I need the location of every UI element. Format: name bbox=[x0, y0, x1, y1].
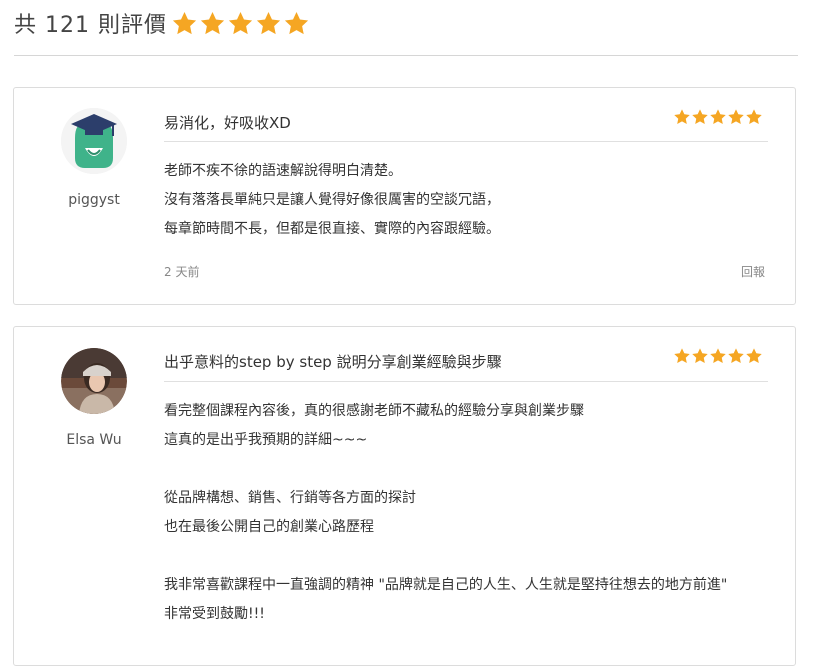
review-author: piggyst bbox=[54, 108, 134, 208]
review-body-line: 我非常喜歡課程中一直強調的精神 "品牌就是自己的人生、人生就是堅持往想去的地方前… bbox=[164, 577, 728, 593]
graduation-cap-mascot-icon bbox=[61, 108, 127, 174]
title-divider bbox=[164, 141, 768, 142]
header-divider bbox=[14, 55, 798, 56]
review-body-line: 沒有落落長單純只是讓人覺得好像很厲害的空談冗語， bbox=[164, 192, 500, 208]
review-body-line bbox=[164, 455, 774, 484]
star-icon bbox=[674, 109, 690, 125]
summary-rating bbox=[171, 10, 310, 37]
review-body-line: 老師不疾不徐的語速解說得明白清楚。 bbox=[164, 163, 402, 179]
user-photo bbox=[61, 348, 127, 414]
star-icon bbox=[284, 11, 309, 34]
review-rating bbox=[673, 347, 763, 365]
star-icon bbox=[746, 348, 762, 364]
star-icon bbox=[728, 109, 744, 125]
review-body: 老師不疾不徐的語速解說得明白清楚。 沒有落落長單純只是讓人覺得好像很厲害的空談冗… bbox=[164, 157, 774, 244]
review-author: Elsa Wu bbox=[54, 348, 134, 448]
reviews-summary: 共 121 則評價 bbox=[14, 6, 310, 40]
author-name[interactable]: Elsa Wu bbox=[54, 432, 134, 448]
title-divider bbox=[164, 381, 768, 382]
star-icon bbox=[228, 11, 253, 34]
review-title: 易消化，好吸收XD bbox=[164, 114, 291, 132]
star-icon bbox=[692, 109, 708, 125]
star-icon bbox=[746, 109, 762, 125]
review-body-line: 每章節時間不長，但都是很直接、實際的內容跟經驗。 bbox=[164, 221, 500, 237]
review-card: piggyst 易消化，好吸收XD 老師不疾不徐的語速解說得明白清楚。 沒有落落… bbox=[13, 87, 796, 305]
star-icon bbox=[728, 348, 744, 364]
review-count-label: 共 121 則評價 bbox=[14, 13, 167, 38]
review-body: 看完整個課程內容後，真的很感謝老師不藏私的經驗分享與創業步驟 這真的是出乎我預期… bbox=[164, 397, 774, 629]
star-icon bbox=[200, 11, 225, 34]
review-body-line bbox=[164, 542, 774, 571]
star-icon bbox=[710, 348, 726, 364]
review-body-line: 這真的是出乎我預期的詳細~~~ bbox=[164, 432, 368, 448]
avatar[interactable] bbox=[61, 348, 127, 414]
author-name[interactable]: piggyst bbox=[54, 192, 134, 208]
avatar[interactable] bbox=[61, 108, 127, 174]
review-body-line: 非常受到鼓勵!!! bbox=[164, 606, 265, 622]
review-body-line: 看完整個課程內容後，真的很感謝老師不藏私的經驗分享與創業步驟 bbox=[164, 403, 584, 419]
star-icon bbox=[674, 348, 690, 364]
star-icon bbox=[710, 109, 726, 125]
review-rating bbox=[673, 108, 763, 126]
review-title: 出乎意料的step by step 說明分享創業經驗與步驟 bbox=[164, 353, 502, 371]
star-icon bbox=[256, 11, 281, 34]
review-body-line: 也在最後公開自己的創業心路歷程 bbox=[164, 519, 374, 535]
review-card: Elsa Wu 出乎意料的step by step 說明分享創業經驗與步驟 看完… bbox=[13, 326, 796, 666]
star-icon bbox=[172, 11, 197, 34]
star-icon bbox=[692, 348, 708, 364]
review-body-line: 從品牌構想、銷售、行銷等各方面的探討 bbox=[164, 490, 416, 506]
review-timestamp: 2 天前 bbox=[164, 265, 200, 279]
report-link[interactable]: 回報 bbox=[741, 263, 765, 280]
